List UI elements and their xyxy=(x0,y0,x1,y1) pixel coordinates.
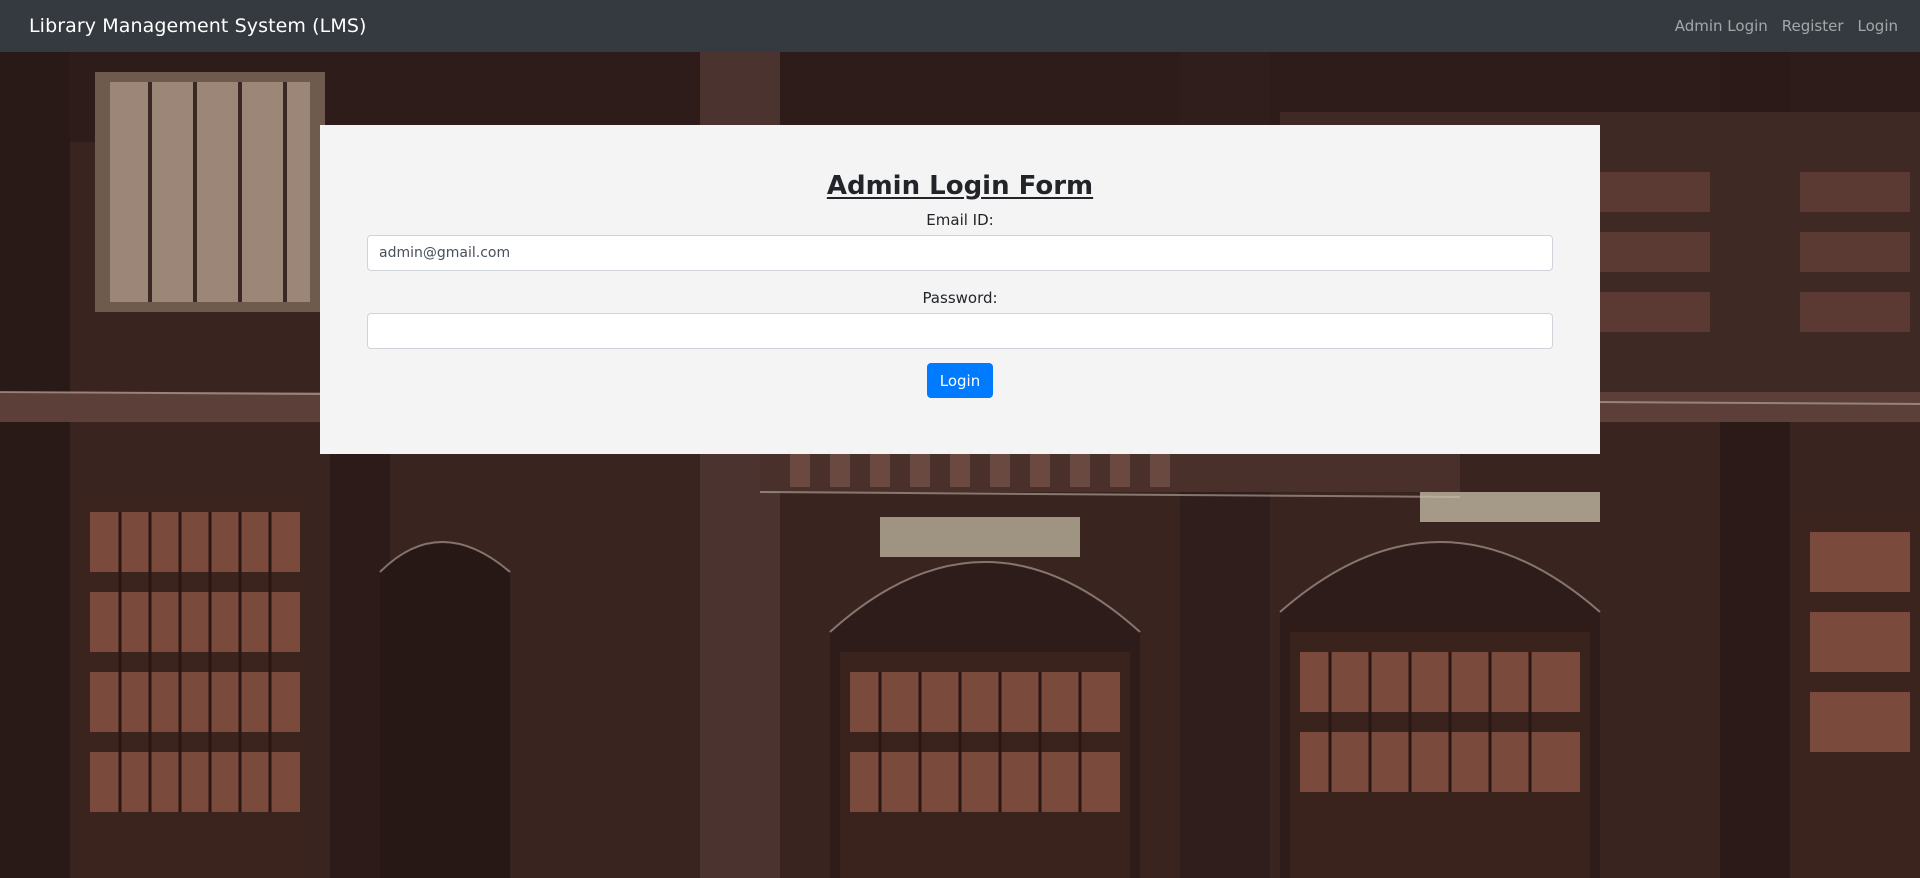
login-button[interactable]: Login xyxy=(926,363,994,398)
email-label: Email ID: xyxy=(926,211,994,229)
submit-wrapper: Login xyxy=(320,363,1600,398)
nav-register-link[interactable]: Register xyxy=(1782,17,1844,35)
admin-login-card: Admin Login Form Email ID: Password: Log… xyxy=(320,125,1600,454)
nav-login-link[interactable]: Login xyxy=(1858,17,1898,35)
nav-admin-login-link[interactable]: Admin Login xyxy=(1675,17,1768,35)
nav-links: Admin Login Register Login xyxy=(1675,17,1898,35)
password-label: Password: xyxy=(922,289,998,307)
email-input[interactable] xyxy=(367,235,1553,271)
password-input[interactable] xyxy=(367,313,1553,349)
brand-link[interactable]: Library Management System (LMS) xyxy=(29,15,367,37)
top-navbar: Library Management System (LMS) Admin Lo… xyxy=(0,0,1920,52)
form-title: Admin Login Form xyxy=(826,171,1094,201)
